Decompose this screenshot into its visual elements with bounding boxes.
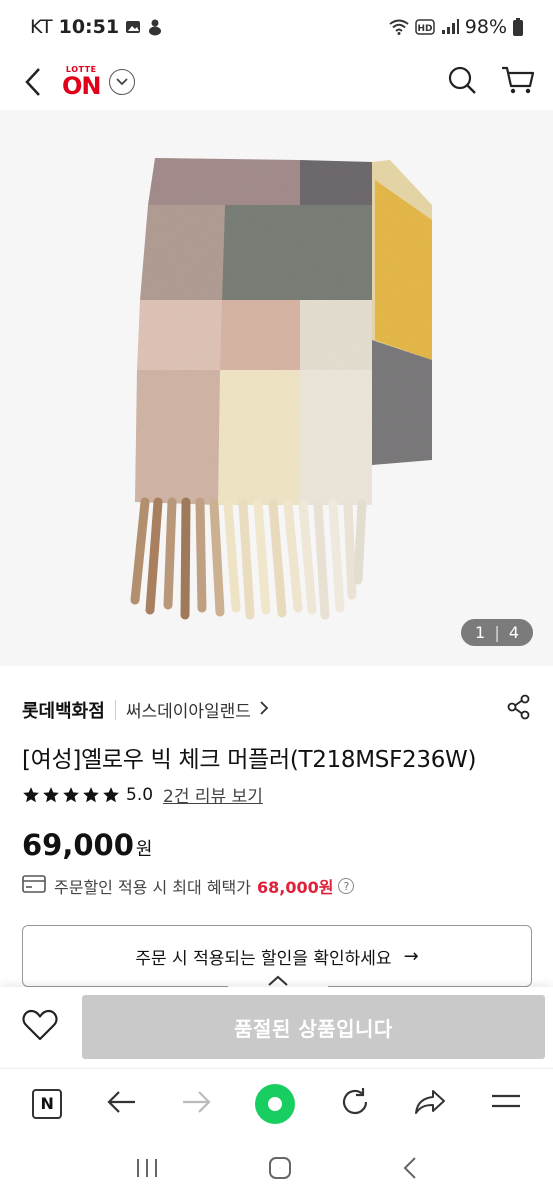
sold-out-button: 품절된 상품입니다	[82, 995, 545, 1059]
share-icon	[507, 694, 530, 720]
app-header: LOTTE ON	[0, 54, 553, 110]
benefit-row: 주문할인 적용 시 최대 혜택가 68,000원 ?	[22, 874, 355, 898]
battery-level: 98%	[464, 16, 507, 38]
home-icon	[269, 1157, 292, 1179]
cart-button[interactable]	[501, 65, 535, 99]
hd-voice-icon: HD	[415, 19, 435, 35]
price: 69,000 원	[22, 828, 152, 862]
star-rating	[22, 786, 120, 804]
app-notification-icon	[147, 18, 163, 36]
clock: 10:51	[58, 16, 120, 38]
price-unit: 원	[135, 839, 153, 860]
star-icon	[103, 786, 119, 802]
brand-row: 롯데백화점 써스데이아일랜드	[22, 694, 531, 725]
status-bar: KT 10:51 HD 98%	[0, 0, 553, 54]
image-counter-current: 1	[475, 623, 486, 642]
recent-apps-icon	[136, 1159, 157, 1177]
chevron-up-icon	[268, 975, 288, 986]
share-page-button[interactable]	[414, 1089, 446, 1119]
system-navigation-bar	[0, 1140, 553, 1200]
cart-icon	[502, 66, 535, 94]
back-button[interactable]	[18, 62, 48, 102]
logo-main-text: ON	[62, 72, 101, 100]
image-counter-total: 4	[508, 623, 519, 642]
wishlist-button[interactable]	[22, 1009, 58, 1045]
star-icon	[23, 786, 39, 802]
service-dropdown-button[interactable]	[108, 69, 135, 95]
rating-value: 5.0	[126, 784, 154, 805]
rating-row: 5.0 2건 리뷰 보기	[22, 782, 263, 807]
benefit-price: 68,000원	[256, 878, 334, 897]
search-button[interactable]	[447, 65, 477, 99]
brand-divider	[114, 699, 116, 720]
green-dot-button[interactable]	[255, 1083, 296, 1124]
purchase-bar: 품절된 상품입니다	[0, 987, 553, 1067]
star-icon	[83, 786, 99, 802]
review-link[interactable]: 2건 리뷰 보기	[163, 782, 263, 807]
wifi-icon	[389, 19, 409, 35]
svg-text:HD: HD	[417, 24, 432, 34]
share-arrow-icon	[415, 1089, 446, 1114]
help-icon[interactable]: ?	[338, 878, 355, 894]
arrow-right-icon	[183, 1090, 211, 1113]
refresh-icon	[342, 1087, 367, 1114]
battery-icon	[513, 18, 523, 36]
naver-home-button[interactable]: N	[32, 1088, 63, 1119]
star-icon	[63, 786, 79, 802]
share-button[interactable]	[507, 694, 531, 725]
price-amount: 69,000	[22, 828, 134, 862]
arrow-left-icon	[107, 1090, 135, 1113]
store-link[interactable]: 써스데이아일랜드	[126, 697, 251, 722]
back-chevron-icon	[403, 1157, 416, 1179]
refresh-button[interactable]	[340, 1087, 370, 1121]
carrier-label: KT	[30, 16, 53, 38]
star-icon	[43, 786, 59, 802]
system-back-button[interactable]	[402, 1156, 418, 1184]
lotte-on-logo[interactable]: LOTTE ON	[62, 66, 101, 100]
chevron-right-icon[interactable]	[259, 699, 269, 720]
browser-back-button[interactable]	[107, 1090, 137, 1118]
arrow-right-icon: →	[403, 945, 419, 967]
home-button[interactable]	[268, 1156, 292, 1184]
credit-card-icon	[22, 875, 46, 897]
signal-icon	[441, 19, 459, 35]
menu-button[interactable]	[491, 1092, 521, 1116]
chevron-down-icon	[115, 78, 128, 86]
discount-button-label: 주문 시 적용되는 할인을 확인하세요	[135, 948, 392, 969]
gallery-notification-icon	[125, 19, 141, 35]
green-dot-icon	[268, 1096, 283, 1111]
scarf-product-image	[130, 158, 432, 620]
heart-icon	[22, 1009, 58, 1041]
image-counter-separator: |	[494, 623, 500, 642]
image-counter: 1 | 4	[461, 619, 533, 646]
recent-apps-button[interactable]	[135, 1157, 159, 1183]
browser-toolbar: N	[0, 1068, 553, 1138]
product-title: [여성]옐로우 빅 체크 머플러(T218MSF236W)	[22, 747, 477, 773]
browser-forward-button[interactable]	[181, 1090, 211, 1118]
chevron-left-icon	[25, 68, 40, 96]
benefit-label: 주문할인 적용 시 최대 혜택가	[54, 878, 251, 897]
brand-name[interactable]: 롯데백화점	[22, 697, 105, 723]
hamburger-icon	[491, 1094, 520, 1107]
search-icon	[448, 66, 476, 94]
product-image-carousel[interactable]: 1 | 4	[0, 110, 553, 666]
